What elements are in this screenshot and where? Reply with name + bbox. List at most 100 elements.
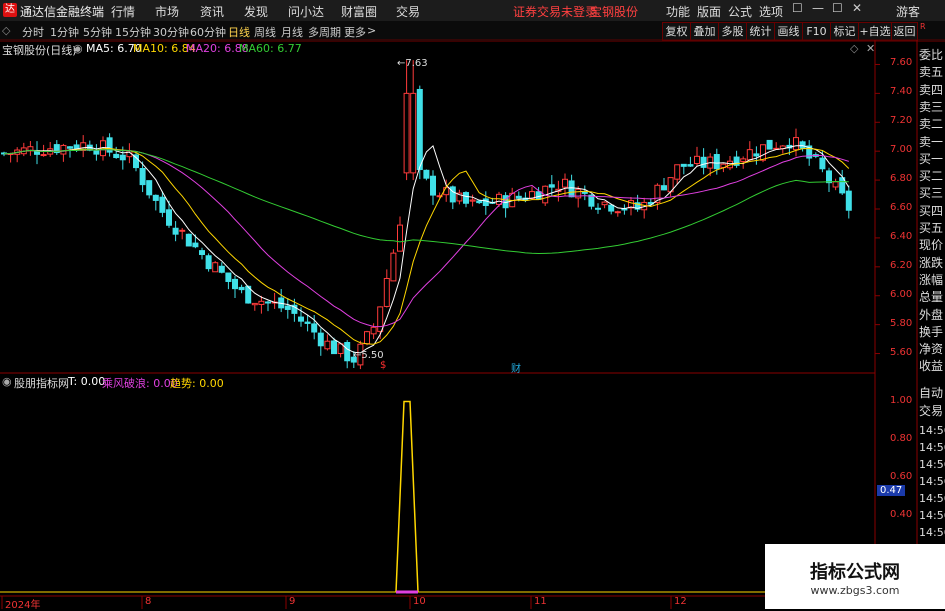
f10-button[interactable]: F10 [802, 22, 831, 41]
side-label[interactable]: 买四 [919, 202, 943, 219]
menu-market[interactable]: 市场 [155, 3, 179, 20]
candle-body [284, 305, 291, 310]
period-tab[interactable]: 30分钟 [153, 24, 189, 40]
candle-body [119, 154, 126, 161]
side-label[interactable]: 买二 [919, 167, 943, 184]
menu-quotes[interactable]: 行情 [111, 3, 135, 20]
user-label[interactable]: 游客 [896, 3, 920, 20]
multi-stock-button[interactable]: 多股 [718, 22, 747, 41]
candle-body [621, 208, 628, 211]
candle-body [106, 137, 113, 153]
close-icon[interactable]: ✕ [852, 1, 862, 15]
period-tab[interactable]: 15分钟 [115, 24, 151, 40]
indicator-title: 股朋指标网 [14, 377, 69, 390]
side-label[interactable]: 外盘 [919, 306, 943, 323]
menu-trade[interactable]: 交易 [396, 3, 420, 20]
period-tab[interactable]: 5分钟 [83, 24, 112, 40]
candle-body [812, 154, 819, 157]
mark-button[interactable]: 标记 [830, 22, 859, 41]
watermark-url: www.zbgs3.com [810, 584, 900, 597]
period-tab[interactable]: 周线 [254, 24, 276, 40]
side-label[interactable]: 总量 [919, 288, 943, 305]
maximize-icon[interactable]: ☐ [832, 1, 843, 15]
menu-ask[interactable]: 问小达 [288, 3, 324, 20]
menu-discover[interactable]: 发现 [244, 3, 268, 20]
chart-collapse-icon[interactable]: ◇ [850, 42, 858, 55]
candle-body [258, 300, 265, 305]
candle-body [86, 144, 93, 151]
date-tick: 9 [289, 596, 296, 607]
login-notice[interactable]: 证券交易未登录 [513, 3, 597, 20]
chart-close-icon[interactable]: ✕ [866, 42, 875, 55]
side-label[interactable]: 卖二 [919, 115, 943, 132]
side-label[interactable]: 卖三 [919, 98, 943, 115]
period-tab[interactable]: 60分钟 [190, 24, 226, 40]
back-button[interactable]: 返回 [891, 22, 918, 41]
marker-dollar[interactable]: $ [380, 360, 386, 371]
candle-body [542, 185, 549, 204]
ma10-line [3, 147, 850, 345]
candle-body [100, 140, 106, 157]
period-tab[interactable]: 分时 [22, 24, 44, 40]
date-tick: 11 [534, 596, 547, 607]
chart-settings-icon[interactable]: ◉ [73, 42, 83, 55]
side-label[interactable]: 现价 [919, 236, 943, 253]
candle-body [185, 233, 192, 247]
menu-wealth[interactable]: 财富圈 [341, 3, 377, 20]
candle-body [773, 147, 780, 150]
side-label[interactable]: 涨幅 [919, 271, 943, 288]
menu-news[interactable]: 资讯 [200, 3, 224, 20]
candle-body [680, 163, 687, 167]
candle-body [199, 250, 205, 255]
more-chevron-icon[interactable]: > [367, 24, 376, 37]
trend-spike-line [395, 400, 419, 593]
candle-body [390, 252, 397, 282]
side-label[interactable]: 卖五 [919, 63, 943, 80]
candle-body [845, 190, 852, 211]
indicator-settings-icon[interactable]: ◉ [2, 375, 12, 388]
side-label[interactable]: 净资 [919, 340, 943, 357]
price-tick: 6.00 [890, 288, 913, 300]
candle-body [93, 150, 100, 155]
side-label[interactable]: 买一 [919, 150, 943, 167]
ma20-line [3, 149, 849, 328]
tick-time: 14:56 [919, 492, 945, 505]
minimize-icon[interactable]: — [812, 1, 824, 15]
side-label[interactable]: 委比 [919, 46, 943, 63]
side-label[interactable]: 收益 [919, 357, 943, 374]
candle-body [707, 156, 714, 169]
period-more[interactable]: 更多 [344, 24, 366, 40]
menu-options[interactable]: 选项 [759, 3, 783, 20]
menu-formula[interactable]: 公式 [728, 3, 752, 20]
side-label[interactable]: 换手 [919, 323, 943, 340]
stock-link[interactable]: 宝钢股份 [590, 3, 638, 20]
candle-body [509, 192, 516, 208]
candle-body [430, 175, 436, 196]
period-toolbar: ◇ 分时 1分钟 5分钟 15分钟 30分钟 60分钟 日线 周线 月线 多周期… [0, 21, 945, 42]
menu-layout[interactable]: 版面 [697, 3, 721, 20]
restore-icon[interactable]: ☐ [792, 1, 803, 15]
stats-button[interactable]: 统计 [746, 22, 775, 41]
adjust-button[interactable]: 复权 [662, 22, 691, 41]
tick-time: 14:56 [919, 458, 945, 471]
period-tab[interactable]: 月线 [281, 24, 303, 40]
side-label[interactable]: 卖一 [919, 133, 943, 150]
candle-body [410, 92, 417, 174]
date-tick: 10 [413, 596, 426, 607]
tick-time: 14:56 [919, 526, 945, 539]
menu-function[interactable]: 功能 [666, 3, 690, 20]
period-tab[interactable]: 多周期 [308, 24, 341, 40]
period-tab[interactable]: 1分钟 [50, 24, 79, 40]
side-label[interactable]: 交易 [919, 402, 943, 419]
candle-body [67, 146, 73, 149]
period-tab-active[interactable]: 日线 [228, 24, 250, 40]
marker-finance[interactable]: 财 [511, 360, 521, 375]
side-label[interactable]: 买五 [919, 219, 943, 236]
overlay-button[interactable]: 叠加 [690, 22, 719, 41]
add-watchlist-button[interactable]: +自选 [858, 22, 892, 41]
draw-button[interactable]: 画线 [774, 22, 803, 41]
side-label[interactable]: 自动 [919, 384, 943, 401]
side-label[interactable]: 买三 [919, 184, 943, 201]
side-label[interactable]: 卖四 [919, 81, 943, 98]
side-label[interactable]: 涨跌 [919, 254, 943, 271]
